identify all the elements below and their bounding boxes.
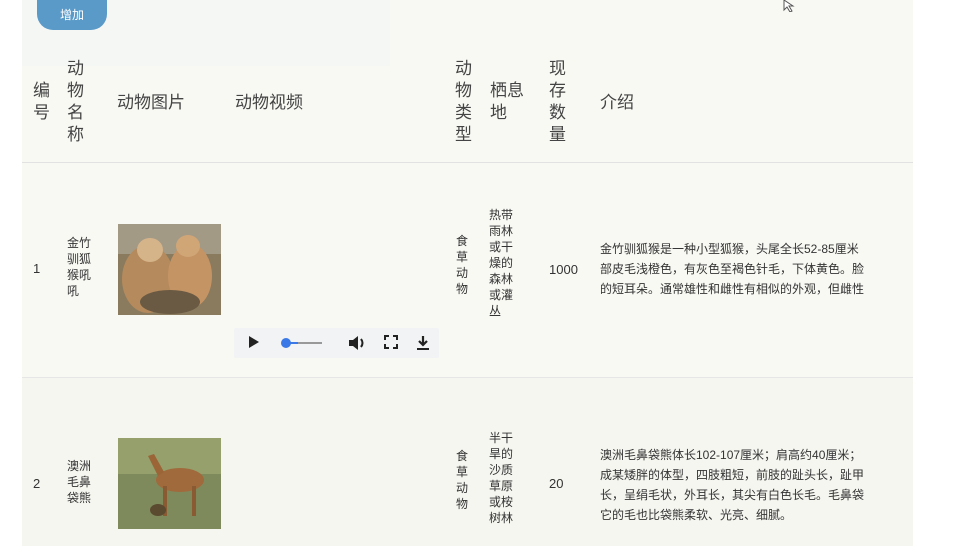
download-icon[interactable] [416,335,430,351]
row-count: 1000 [549,262,578,277]
intro-line: 成某矮胖的体型，四肢粗短，前肢的趾头长，趾甲 [600,468,865,482]
animal-photo-wombat [118,438,221,529]
row-habitat: 热带雨林或干燥的森林或灌丛 [489,208,514,318]
table-row: 1 金竹驯狐猴吼吼 食草动物 热带雨林或干燥的森林或灌丛 1000 金竹驯狐猴是… [22,163,913,378]
seek-slider[interactable] [278,336,324,350]
row-name: 澳洲毛鼻袋熊 [67,459,92,505]
intro-line: 澳洲毛鼻袋熊体长102-107厘米；肩高约40厘米； [600,448,862,462]
mouse-cursor-icon [783,0,795,12]
header-type: 动物类型 [455,59,472,144]
page-margin [913,0,969,546]
intro-line: 部皮毛浅橙色，有灰色至褐色针毛，下体黄色。脸 [600,262,865,276]
animal-photo-lemur [118,224,221,315]
header-habitat: 栖息地 [490,81,524,122]
header-image: 动物图片 [117,93,185,112]
row-type: 食草动物 [456,234,469,296]
intro-line: 长，呈绢毛状，外耳长，其尖有白色长毛。毛鼻袋 [600,488,865,502]
row-name: 金竹驯狐猴吼吼 [67,236,92,298]
intro-line: 金竹驯狐猴是一种小型狐猴，头尾全长52-85厘米 [600,242,859,256]
row-type: 食草动物 [456,449,469,511]
volume-icon[interactable] [348,335,368,351]
header-name: 动物名称 [67,59,84,144]
header-intro: 介绍 [600,93,634,112]
table-header: 编号 动物名称 动物图片 动物视频 动物类型 栖息地 现存数量 介绍 [22,56,913,163]
play-icon[interactable] [248,335,260,349]
intro-line: 的短耳朵。通常雄性和雌性有相似的外观，但雌性 [600,282,865,296]
row-count: 20 [549,476,564,491]
add-button[interactable]: 增加 [37,0,107,30]
row-intro: 澳洲毛鼻袋熊体长102-107厘米；肩高约40厘米； 成某矮胖的体型，四肢粗短，… [600,445,890,525]
header-video: 动物视频 [235,93,303,112]
row-id: 1 [33,261,41,276]
table-row: 2 澳洲毛鼻袋熊 食草动物 半干旱的沙质草原或桉树林 20 澳洲毛鼻袋熊体长10… [22,378,913,546]
row-intro: 金竹驯狐猴是一种小型狐猴，头尾全长52-85厘米 部皮毛浅橙色，有灰色至褐色针毛… [600,239,890,299]
table-panel: 增加 编号 动物名称 动物图片 动物视频 动物类型 栖息地 现存数量 介绍 1 … [22,0,913,546]
row-id: 2 [33,476,41,491]
header-count: 现存数量 [549,59,566,144]
header-id: 编号 [33,81,50,122]
intro-line: 它的毛也比袋熊柔软、光亮、细腻。 [600,508,793,522]
video-player[interactable] [234,328,439,358]
fullscreen-icon[interactable] [384,335,398,349]
row-habitat: 半干旱的沙质草原或桉树林 [489,431,514,525]
